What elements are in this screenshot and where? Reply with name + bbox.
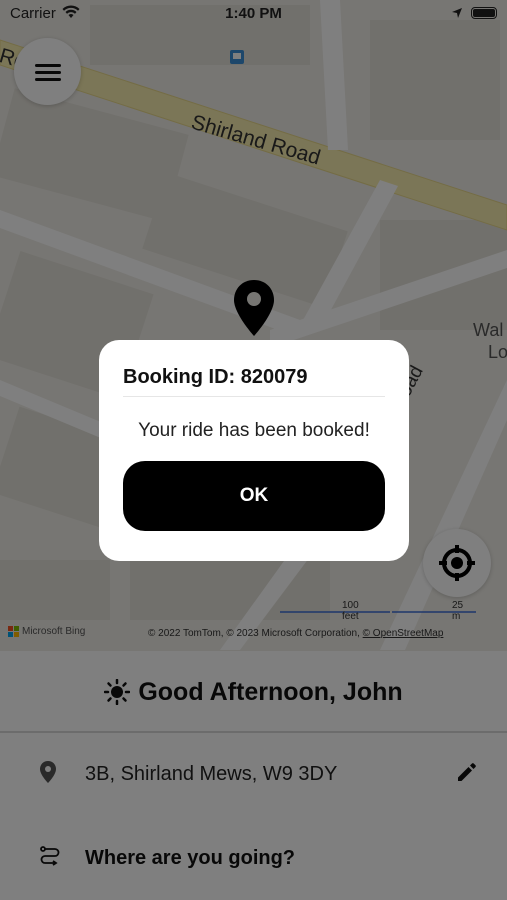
menu-icon — [35, 64, 61, 67]
sun-icon — [104, 679, 131, 705]
copyright-text: © 2022 TomTom, © 2023 Microsoft Corporat… — [148, 628, 363, 639]
booking-dialog: Booking ID: 820079 Your ride has been bo… — [99, 340, 409, 561]
ok-button[interactable]: OK — [123, 461, 385, 531]
greeting-text: Good Afternoon, John — [138, 677, 403, 706]
battery-icon — [471, 7, 497, 19]
destination-row[interactable]: Where are you going? — [0, 823, 507, 893]
bing-logo: Microsoft Bing — [8, 626, 85, 637]
clock: 1:40 PM — [225, 5, 282, 22]
osm-link[interactable]: © OpenStreetMap — [363, 628, 444, 639]
location-arrow-icon — [451, 6, 463, 23]
dialog-divider — [123, 396, 385, 397]
street-label: Wal — [473, 320, 503, 340]
pickup-row[interactable]: 3B, Shirland Mews, W9 3DY — [0, 739, 507, 809]
pickup-address: 3B, Shirland Mews, W9 3DY — [85, 762, 338, 785]
route-icon — [38, 844, 62, 873]
destination-prompt: Where are you going? — [85, 846, 296, 869]
map-copyright: © 2022 TomTom, © 2023 Microsoft Corporat… — [148, 628, 443, 639]
microsoft-logo-icon — [8, 626, 19, 637]
locate-button[interactable] — [423, 529, 491, 597]
status-bar: Carrier 1:40 PM — [0, 0, 507, 28]
location-pin-icon — [38, 760, 58, 789]
edit-icon[interactable] — [455, 760, 479, 789]
greeting: Good Afternoon, John — [0, 651, 507, 733]
divider — [0, 731, 507, 733]
locate-icon — [439, 545, 475, 581]
bing-label: Microsoft Bing — [22, 626, 86, 637]
dialog-title: Booking ID: 820079 — [123, 366, 308, 388]
menu-icon-bar — [35, 78, 61, 81]
bottom-panel: Good Afternoon, John 3B, Shirland Mews, … — [0, 651, 507, 900]
scale-meters: 25 m — [452, 600, 464, 622]
menu-icon-bar — [35, 71, 61, 74]
street-label: Lo — [488, 342, 507, 362]
menu-button[interactable] — [14, 38, 81, 105]
scale-feet: 100 feet — [342, 600, 359, 622]
dialog-message: Your ride has been booked! — [138, 420, 370, 441]
